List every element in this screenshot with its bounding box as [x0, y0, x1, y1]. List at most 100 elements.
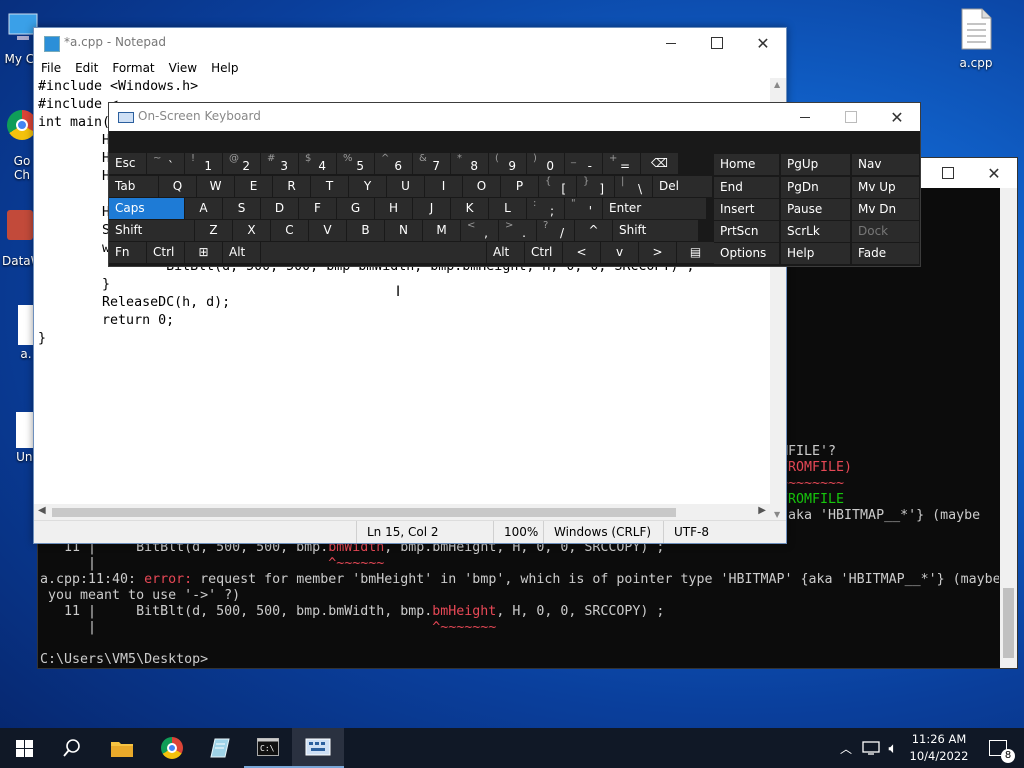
key-t[interactable]: T: [311, 176, 348, 197]
key-home[interactable]: Home: [714, 154, 779, 175]
key-5[interactable]: % 5: [337, 153, 374, 174]
key-space[interactable]: [261, 242, 486, 263]
key-d[interactable]: D: [261, 198, 298, 219]
network-icon[interactable]: [860, 728, 882, 768]
minimize-button[interactable]: [648, 28, 694, 58]
key-q[interactable]: Q: [159, 176, 196, 197]
close-button[interactable]: ✕: [740, 28, 786, 58]
key-options[interactable]: Options: [714, 243, 779, 264]
key-h[interactable]: H: [375, 198, 412, 219]
action-center-button[interactable]: 8: [978, 728, 1018, 768]
key-del[interactable]: Del: [653, 176, 712, 197]
chrome-button[interactable]: [148, 728, 196, 768]
key-sym113[interactable]: | \: [615, 176, 652, 197]
key-x[interactable]: X: [233, 220, 270, 241]
key-sym013[interactable]: + =: [603, 153, 640, 174]
key-sym112[interactable]: }]: [577, 176, 614, 197]
key-i[interactable]: I: [425, 176, 462, 197]
key-z[interactable]: Z: [195, 220, 232, 241]
maximize-button[interactable]: [925, 158, 971, 188]
menu-file[interactable]: File: [34, 58, 68, 78]
key-sym310[interactable]: ? /: [537, 220, 574, 241]
key-prtscn[interactable]: PrtScn: [714, 221, 779, 242]
key-r[interactable]: R: [273, 176, 310, 197]
osk-title-bar[interactable]: On-Screen Keyboard ✕: [109, 103, 920, 131]
key-sym211[interactable]: " ': [565, 198, 602, 219]
key-6[interactable]: ^ 6: [375, 153, 412, 174]
key-pgdn[interactable]: PgDn: [781, 177, 850, 198]
key-a[interactable]: A: [185, 198, 222, 219]
key-3[interactable]: #3: [261, 153, 298, 174]
search-button[interactable]: [48, 728, 96, 768]
key-fn[interactable]: Fn: [109, 242, 146, 263]
key-sym47[interactable]: <: [563, 242, 600, 263]
minimize-button[interactable]: [782, 103, 828, 131]
scroll-left-arrow[interactable]: ◀: [38, 505, 46, 516]
key-dock[interactable]: Dock: [852, 221, 919, 242]
key-mvup[interactable]: Mv Up: [852, 177, 919, 198]
key-help[interactable]: Help: [781, 243, 850, 264]
key-f[interactable]: F: [299, 198, 336, 219]
notepad-taskbar-button[interactable]: [196, 728, 244, 768]
key-alt[interactable]: Alt: [487, 242, 524, 263]
key-nav[interactable]: Nav: [852, 154, 919, 175]
key-o[interactable]: O: [463, 176, 500, 197]
key-sym311[interactable]: ^: [575, 220, 612, 241]
key-4[interactable]: $4: [299, 153, 336, 174]
scroll-up-arrow[interactable]: ▲: [774, 80, 780, 89]
key-sym39[interactable]: >.: [499, 220, 536, 241]
key-tab[interactable]: Tab: [109, 176, 158, 197]
key-n[interactable]: N: [385, 220, 422, 241]
key-fade[interactable]: Fade: [852, 243, 919, 264]
key-y[interactable]: Y: [349, 176, 386, 197]
key-e[interactable]: E: [235, 176, 272, 197]
key-u[interactable]: U: [387, 176, 424, 197]
key-0[interactable]: ) 0: [527, 153, 564, 174]
key-p[interactable]: P: [501, 176, 538, 197]
key-b[interactable]: B: [347, 220, 384, 241]
clock[interactable]: 11:26 AM 10/4/2022: [908, 728, 970, 768]
key-caps[interactable]: Caps: [109, 198, 184, 219]
key-enter[interactable]: Enter: [603, 198, 706, 219]
key-w[interactable]: W: [197, 176, 234, 197]
key-shift[interactable]: Shift: [613, 220, 698, 241]
key-sym111[interactable]: {[: [539, 176, 576, 197]
menu-format[interactable]: Format: [105, 58, 161, 78]
key-v[interactable]: v: [601, 242, 638, 263]
key-alt[interactable]: Alt: [223, 242, 260, 263]
key-sym014[interactable]: ⌫: [641, 153, 678, 174]
key-pause[interactable]: Pause: [781, 199, 850, 220]
key-1[interactable]: ! 1: [185, 153, 222, 174]
key-l[interactable]: L: [489, 198, 526, 219]
notepad-title-bar[interactable]: *a.cpp - Notepad ✕: [34, 28, 786, 58]
close-button[interactable]: ✕: [874, 103, 920, 131]
scroll-thumb[interactable]: [1003, 588, 1014, 658]
show-hidden-icons[interactable]: ︿: [836, 728, 856, 768]
cmd-taskbar-button[interactable]: C:\: [244, 728, 292, 768]
scroll-thumb[interactable]: [52, 508, 676, 517]
key-g[interactable]: G: [337, 198, 374, 219]
file-explorer-button[interactable]: [98, 728, 146, 768]
key-sym42[interactable]: ⊞: [185, 242, 222, 263]
key-shift[interactable]: Shift: [109, 220, 194, 241]
scroll-down-arrow[interactable]: ▼: [774, 510, 780, 519]
key-pgup[interactable]: PgUp: [781, 154, 850, 175]
key-sym410[interactable]: ▤: [677, 242, 714, 263]
volume-icon[interactable]: 🔈︎: [882, 728, 904, 768]
key-scrlk[interactable]: ScrLk: [781, 221, 850, 242]
key-sym01[interactable]: ~ `: [147, 153, 184, 174]
key-s[interactable]: S: [223, 198, 260, 219]
close-button[interactable]: ✕: [971, 158, 1017, 188]
key-mvdn[interactable]: Mv Dn: [852, 199, 919, 220]
key-2[interactable]: @2: [223, 153, 260, 174]
key-j[interactable]: J: [413, 198, 450, 219]
key-k[interactable]: K: [451, 198, 488, 219]
on-screen-keyboard[interactable]: On-Screen Keyboard ✕ Esc ~ `! 1 @2 #3 $4% 5 ^ 6 & 7…: [108, 102, 921, 267]
key-end[interactable]: End: [714, 177, 779, 198]
desktop-icon-a-cpp[interactable]: a.cpp: [946, 8, 1006, 70]
key-sym38[interactable]: <,: [461, 220, 498, 241]
key-7[interactable]: & 7: [413, 153, 450, 174]
maximize-button[interactable]: [694, 28, 740, 58]
start-button[interactable]: [0, 728, 48, 768]
key-insert[interactable]: Insert: [714, 199, 779, 220]
